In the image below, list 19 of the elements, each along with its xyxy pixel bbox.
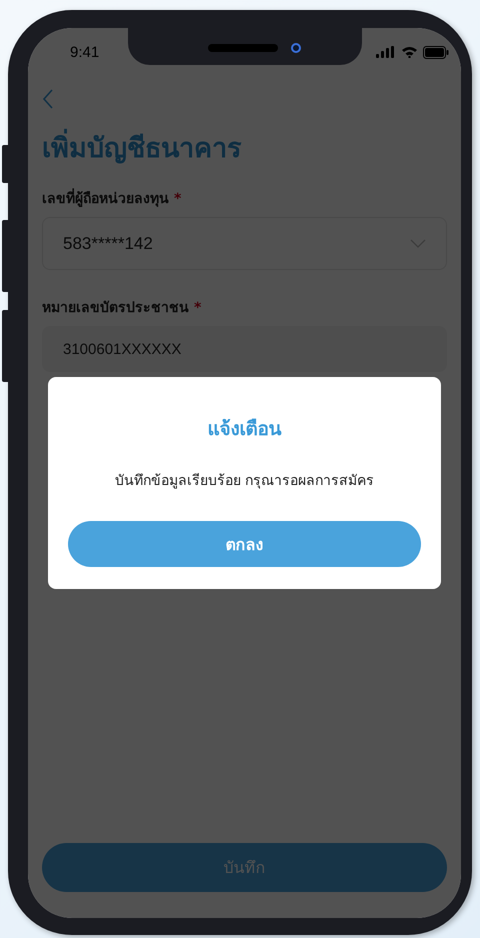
battery-icon [423,46,449,58]
field-label: หมายเลขบัตรประชาชน [42,299,189,318]
required-mark: * [174,191,182,207]
select-field[interactable]: 583*****142 [42,217,447,270]
speaker-grille [208,44,278,52]
page-title: เพิ่มบัญชีธนาคาร [42,131,242,167]
signal-icon [376,46,396,58]
required-mark: * [194,300,202,316]
status-time: 9:41 [70,44,100,60]
ok-button[interactable]: ตกลง [68,521,421,567]
wifi-icon [401,46,418,58]
field-label: เลขที่ผู้ถือหน่วยลงทุน [42,187,169,209]
back-chevron-icon[interactable] [42,89,54,109]
field-value: 583*****142 [63,234,153,254]
dialog-message: บันทึกข้อมูลเรียบร้อย กรุณารอผลการสมัคร [114,472,374,491]
input-field[interactable]: 3100601XXXXXX [42,326,447,372]
field-value: 3100601XXXXXX [63,340,182,358]
dialog-title: แจ้งเตือน [208,417,282,442]
camera-dot [291,43,301,53]
